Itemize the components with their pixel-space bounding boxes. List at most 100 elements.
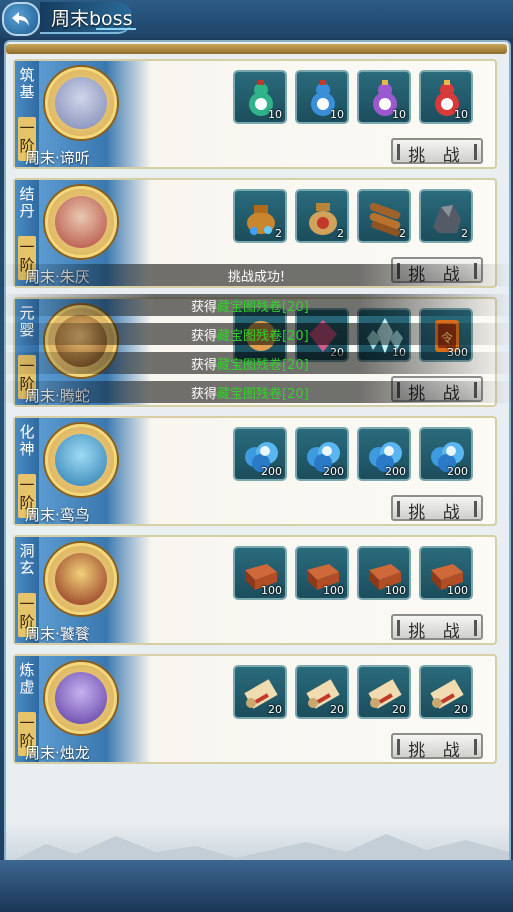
reward-item[interactable]: 200 <box>419 427 473 481</box>
reward-count: 20 <box>330 703 344 716</box>
boss-row: 炼虚 一阶 周末·烛龙 20 20 20 20 挑 战 <box>13 654 497 764</box>
reward-item[interactable]: 2 <box>419 189 473 243</box>
boss-name: 周末·饕餮 <box>25 625 90 643</box>
reward-message-count: [20] <box>282 387 309 402</box>
back-button[interactable] <box>2 2 40 36</box>
page-title: 周末boss <box>51 8 133 30</box>
reward-item[interactable]: 20 <box>357 665 411 719</box>
button-right-bar <box>474 739 477 755</box>
reward-count: 10 <box>330 108 344 121</box>
toast-success-bar: 挑战成功! <box>0 264 513 286</box>
rank-label: 炼虚 <box>19 661 35 696</box>
reward-item[interactable]: 10 <box>419 70 473 124</box>
reward-message-item: 藏宝图残卷 <box>217 387 283 402</box>
boss-name: 周末·谛听 <box>25 149 90 167</box>
boss-avatar <box>55 672 107 724</box>
boss-avatar <box>55 196 107 248</box>
top-bar: 周末boss <box>0 0 513 38</box>
panel-top-frame <box>6 44 507 54</box>
boss-row: 洞玄 一阶 周末·饕餮 100 100 100 100 挑 战 <box>13 535 497 645</box>
reward-count: 200 <box>385 465 406 478</box>
challenge-button-label: 挑 战 <box>408 503 466 523</box>
challenge-button[interactable]: 挑 战 <box>391 138 483 166</box>
boss-row: 筑基 一阶 周末·谛听 10 10 10 10 挑 战 <box>13 59 497 169</box>
challenge-button[interactable]: 挑 战 <box>391 614 483 642</box>
reward-count: 2 <box>275 227 282 240</box>
reward-count: 20 <box>454 703 468 716</box>
challenge-button[interactable]: 挑 战 <box>391 733 483 761</box>
reward-message-prefix: 获得 <box>191 329 218 344</box>
title-underline <box>96 28 136 30</box>
reward-count: 200 <box>261 465 282 478</box>
reward-count: 2 <box>399 227 406 240</box>
challenge-button-label: 挑 战 <box>408 622 466 642</box>
reward-count: 100 <box>447 584 468 597</box>
reward-message-count: [20] <box>282 329 309 344</box>
reward-item[interactable]: 2 <box>295 189 349 243</box>
reward-message: 获得藏宝图残卷[20] <box>191 383 309 402</box>
boss-avatar <box>55 77 107 129</box>
reward-item[interactable]: 20 <box>295 665 349 719</box>
reward-item[interactable]: 100 <box>233 546 287 600</box>
reward-count: 20 <box>392 703 406 716</box>
reward-count: 20 <box>268 703 282 716</box>
reward-item[interactable]: 100 <box>357 546 411 600</box>
reward-item[interactable]: 200 <box>233 427 287 481</box>
boss-avatar <box>55 434 107 486</box>
challenge-button-label: 挑 战 <box>408 146 466 166</box>
challenge-button-label: 挑 战 <box>408 741 466 761</box>
mountain-decoration-icon <box>6 834 509 864</box>
boss-portrait[interactable] <box>45 67 117 139</box>
rank-label: 结丹 <box>19 185 35 220</box>
boss-portrait[interactable] <box>45 543 117 615</box>
back-arrow-icon <box>12 12 29 26</box>
boss-name: 周末·鸾鸟 <box>25 506 90 524</box>
reward-item[interactable]: 2 <box>233 189 287 243</box>
reward-count: 10 <box>392 108 406 121</box>
reward-message: 获得藏宝图残卷[20] <box>191 354 309 373</box>
reward-item[interactable]: 2 <box>357 189 411 243</box>
boss-row: 化神 一阶 周末·鸾鸟 200 200 200 200 挑 战 <box>13 416 497 526</box>
reward-count: 2 <box>337 227 344 240</box>
reward-item[interactable]: 10 <box>357 70 411 124</box>
button-right-bar <box>474 501 477 517</box>
reward-item[interactable]: 10 <box>295 70 349 124</box>
reward-count: 200 <box>447 465 468 478</box>
button-right-bar <box>474 144 477 160</box>
reward-message-prefix: 获得 <box>191 300 218 315</box>
reward-count: 100 <box>323 584 344 597</box>
reward-item[interactable]: 200 <box>357 427 411 481</box>
reward-message-prefix: 获得 <box>191 387 218 402</box>
reward-message-count: [20] <box>282 358 309 373</box>
bottom-decoration <box>0 860 513 912</box>
panel-footer-decoration <box>6 822 509 864</box>
boss-portrait[interactable] <box>45 186 117 258</box>
reward-message: 获得藏宝图残卷[20] <box>191 296 309 315</box>
reward-count: 10 <box>268 108 282 121</box>
challenge-button[interactable]: 挑 战 <box>391 495 483 523</box>
reward-message-item: 藏宝图残卷 <box>217 329 283 344</box>
button-right-bar <box>474 620 477 636</box>
reward-message-count: [20] <box>282 300 309 315</box>
reward-item[interactable]: 20 <box>233 665 287 719</box>
rank-label: 洞玄 <box>19 542 35 577</box>
toast-success-text: 挑战成功! <box>227 270 286 285</box>
reward-item[interactable]: 200 <box>295 427 349 481</box>
reward-count: 2 <box>461 227 468 240</box>
reward-item[interactable]: 10 <box>233 70 287 124</box>
reward-count: 200 <box>323 465 344 478</box>
boss-avatar <box>55 553 107 605</box>
boss-portrait[interactable] <box>45 662 117 734</box>
reward-count: 100 <box>261 584 282 597</box>
reward-count: 10 <box>454 108 468 121</box>
reward-item[interactable]: 100 <box>295 546 349 600</box>
reward-count: 100 <box>385 584 406 597</box>
reward-item[interactable]: 100 <box>419 546 473 600</box>
reward-item[interactable]: 20 <box>419 665 473 719</box>
reward-message-prefix: 获得 <box>191 358 218 373</box>
reward-message: 获得藏宝图残卷[20] <box>191 325 309 344</box>
reward-message-item: 藏宝图残卷 <box>217 300 283 315</box>
boss-portrait[interactable] <box>45 424 117 496</box>
rank-label: 筑基 <box>19 66 35 101</box>
rank-label: 化神 <box>19 423 35 458</box>
